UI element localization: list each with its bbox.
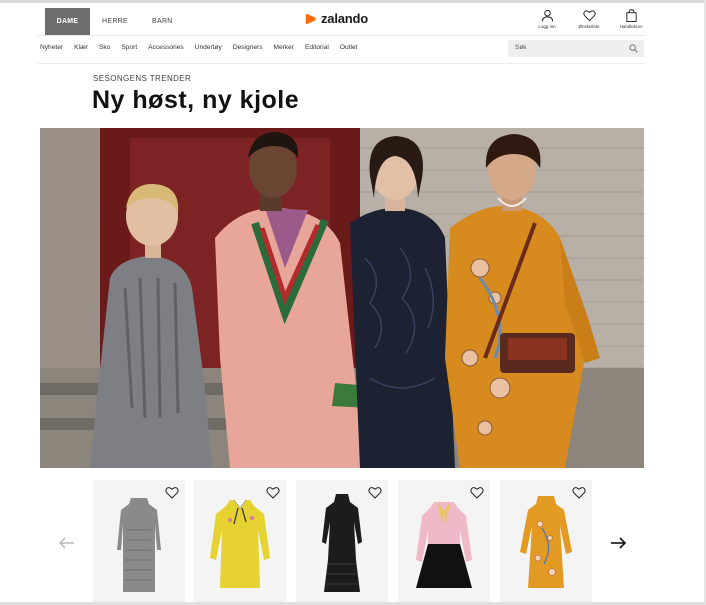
- zalando-logo-icon: [305, 13, 316, 24]
- wishlist-heart-icon[interactable]: [572, 486, 586, 499]
- carousel-next-arrow-icon[interactable]: [609, 534, 627, 552]
- heart-icon: [582, 10, 596, 22]
- user-actions: Logg inn Ønskeliste Handlekurv: [532, 9, 646, 29]
- grey-dress-shape: [117, 498, 161, 592]
- product-card-yellow-dress[interactable]: [194, 480, 286, 602]
- tab-herre[interactable]: HERRE: [90, 8, 140, 35]
- wishlist-button[interactable]: Ønskeliste: [574, 9, 604, 29]
- yellow-dress-shape: [210, 500, 270, 588]
- wishlist-heart-icon[interactable]: [470, 486, 484, 499]
- nav-item-designers[interactable]: Designers: [233, 44, 263, 51]
- category-nav: Nyheter Klær Sko Sport Accessories Under…: [40, 44, 368, 51]
- nav-item-sko[interactable]: Sko: [99, 44, 110, 51]
- user-icon: [541, 9, 553, 22]
- gender-tabs: DAME HERRE BARN: [45, 8, 185, 35]
- carousel-prev-arrow-icon[interactable]: [58, 534, 76, 552]
- product-card-black-lace-dress[interactable]: [296, 480, 388, 602]
- orange-dress-shape: [520, 496, 572, 588]
- search-icon[interactable]: [629, 44, 638, 53]
- cart-button[interactable]: Handlekurv: [616, 9, 646, 29]
- section-kicker: SESONGENS TRENDER: [93, 74, 192, 83]
- wishlist-heart-icon[interactable]: [165, 486, 179, 499]
- search-placeholder: Søk: [515, 44, 527, 51]
- page-title: Ny høst, ny kjole: [92, 86, 300, 114]
- nav-item-sport[interactable]: Sport: [121, 44, 137, 51]
- product-card-pink-black-dress[interactable]: [398, 480, 490, 602]
- black-dress-shape: [322, 494, 362, 592]
- hero-illustration: [40, 128, 644, 468]
- product-card-orange-dress[interactable]: [500, 480, 592, 602]
- wishlist-heart-icon[interactable]: [368, 486, 382, 499]
- login-label: Logg inn: [538, 24, 556, 29]
- nav-item-klaer[interactable]: Klær: [74, 44, 88, 51]
- product-card-grey-dress[interactable]: [93, 480, 185, 602]
- wishlist-heart-icon[interactable]: [266, 486, 280, 499]
- tab-barn[interactable]: BARN: [140, 8, 185, 35]
- cart-label: Handlekurv: [619, 24, 643, 29]
- zalando-logo[interactable]: zalando: [305, 11, 368, 26]
- nav-item-editorial[interactable]: Editorial: [305, 44, 329, 51]
- hero-image[interactable]: [40, 128, 644, 468]
- logo-text: zalando: [321, 11, 368, 26]
- nav-item-accessories[interactable]: Accessories: [148, 44, 184, 51]
- nav-item-undertoy[interactable]: Undertøy: [195, 44, 222, 51]
- window-top-border: [0, 0, 706, 3]
- black-skirt-shape: [416, 544, 472, 588]
- nav-item-nyheter[interactable]: Nyheter: [40, 44, 63, 51]
- login-button[interactable]: Logg inn: [532, 9, 562, 29]
- header-divider: [38, 35, 645, 36]
- tab-dame[interactable]: DAME: [45, 8, 90, 35]
- nav-item-outlet[interactable]: Outlet: [340, 44, 358, 51]
- wishlist-label: Ønskeliste: [578, 24, 600, 29]
- shopping-bag-icon: [625, 9, 637, 22]
- nav-divider: [38, 63, 645, 64]
- search-input[interactable]: Søk: [508, 40, 644, 57]
- nav-item-merker[interactable]: Merker: [274, 44, 295, 51]
